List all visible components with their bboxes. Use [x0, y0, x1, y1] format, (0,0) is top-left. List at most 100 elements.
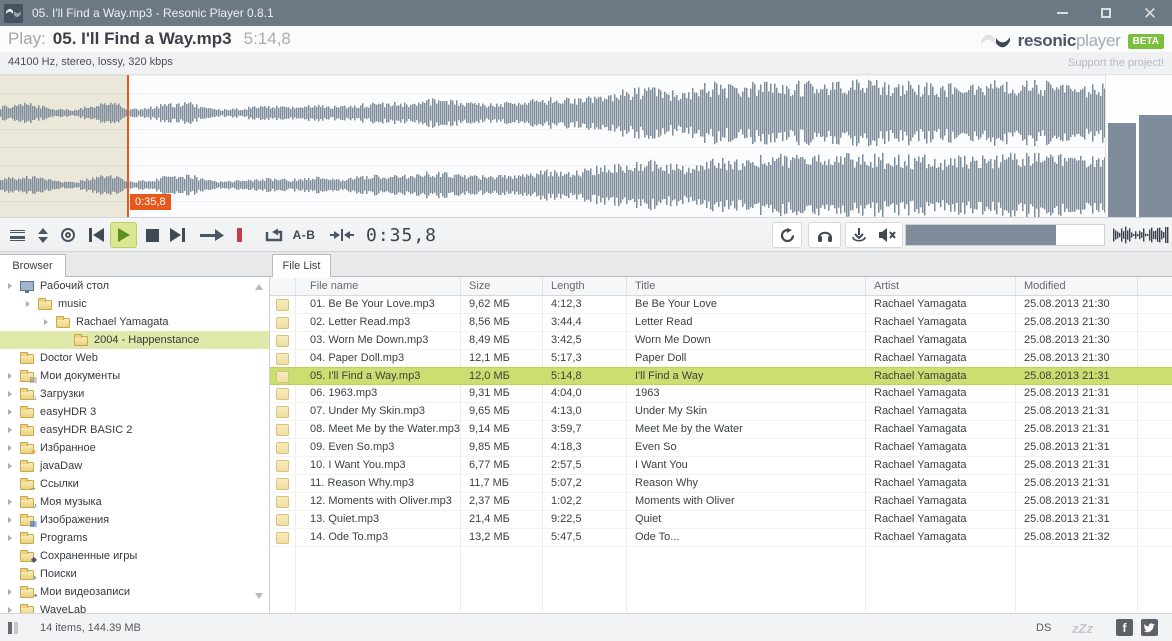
tree-item[interactable]: WaveLab — [0, 601, 269, 613]
tree-item[interactable]: Programs — [0, 529, 269, 547]
headphones-button[interactable] — [808, 222, 841, 248]
playhead-cursor[interactable] — [127, 75, 129, 218]
tree-item[interactable]: Rachael Yamagata — [0, 313, 269, 331]
tree-scroll-up-arrow[interactable] — [255, 284, 263, 290]
folder-icon — [20, 532, 35, 544]
file-row[interactable]: 10. I Want You.mp36,77 МБ2:57,5I Want Yo… — [270, 457, 1172, 475]
tree-item[interactable]: ◆Сохраненные игры — [0, 547, 269, 565]
tree-item[interactable]: ●Поиски — [0, 565, 269, 583]
expander-icon[interactable] — [8, 371, 18, 381]
file-row[interactable]: 12. Moments with Oliver.mp32,37 МБ1:02,2… — [270, 493, 1172, 511]
cell-filler — [1138, 475, 1172, 492]
tree-item[interactable]: ▤Мои документы — [0, 367, 269, 385]
track-target-button[interactable] — [56, 222, 80, 248]
file-row[interactable]: 11. Reason Why.mp311,7 МБ5:07,2Reason Wh… — [270, 475, 1172, 493]
tree-item-label: Rachael Yamagata — [76, 313, 169, 331]
column-header-title[interactable]: Title — [627, 277, 866, 295]
expander-icon[interactable] — [8, 515, 18, 525]
title-bar[interactable]: 05. I'll Find a Way.mp3 - Resonic Player… — [0, 0, 1172, 26]
file-row[interactable]: 05. I'll Find a Way.mp312,0 МБ5:14,8I'll… — [270, 367, 1172, 385]
reload-button[interactable] — [772, 222, 802, 248]
window-title: 05. I'll Find a Way.mp3 - Resonic Player… — [32, 6, 274, 20]
output-options-group[interactable] — [845, 222, 903, 248]
tree-item[interactable]: music — [0, 295, 269, 313]
file-row[interactable]: 02. Letter Read.mp38,56 МБ3:44,4Letter R… — [270, 314, 1172, 332]
column-header-length[interactable]: Length — [543, 277, 627, 295]
tab-browser[interactable]: Browser — [0, 254, 66, 277]
waveform-display[interactable]: 0:35,8 — [0, 75, 1172, 218]
stop-button[interactable] — [140, 222, 164, 248]
column-header-size[interactable]: Size — [461, 277, 543, 295]
cell-length: 1:02,2 — [543, 493, 627, 510]
expander-icon[interactable] — [44, 317, 54, 327]
previous-track-button[interactable] — [84, 222, 108, 248]
tree-item[interactable]: 2004 - Happenstance — [0, 331, 269, 349]
file-list-header: File name Size Length Title Artist Modif… — [270, 277, 1172, 296]
sleep-indicator[interactable]: zZz — [1072, 621, 1093, 636]
expander-icon[interactable] — [8, 407, 18, 417]
tree-item[interactable]: easyHDR BASIC 2 — [0, 421, 269, 439]
maximize-button[interactable] — [1084, 0, 1128, 26]
minimize-button[interactable] — [1040, 0, 1084, 26]
tree-item[interactable]: ♪Моя музыка — [0, 493, 269, 511]
ds-indicator[interactable]: DS — [1036, 622, 1051, 634]
expander-icon[interactable] — [8, 281, 18, 291]
file-row[interactable]: 14. Ode To.mp313,2 МБ5:47,5Ode To...Rach… — [270, 529, 1172, 547]
close-button[interactable]: ✕ — [1128, 0, 1172, 26]
facebook-button[interactable]: f — [1116, 619, 1133, 636]
column-header-filler — [1138, 277, 1172, 295]
expander-icon[interactable] — [8, 443, 18, 453]
column-header-icon[interactable] — [270, 277, 296, 295]
column-header-file-name[interactable]: File name — [296, 277, 461, 295]
ab-repeat-button[interactable]: A-B — [290, 222, 318, 248]
volume-slider[interactable] — [905, 224, 1105, 246]
waveform-view-button[interactable] — [1112, 222, 1170, 248]
expander-icon[interactable] — [8, 497, 18, 507]
cell-filler — [1138, 421, 1172, 438]
cell-title: Meet Me by the Water — [627, 421, 866, 438]
expander-icon[interactable] — [8, 425, 18, 435]
expander-icon[interactable] — [26, 299, 36, 309]
tree-item-label: easyHDR 3 — [40, 403, 96, 421]
file-row[interactable]: 01. Be Be Your Love.mp39,62 МБ4:12,3Be B… — [270, 296, 1172, 314]
tree-scroll-down-arrow[interactable] — [255, 593, 263, 599]
file-row[interactable]: 13. Quiet.mp321,4 МБ9:22,5QuietRachael Y… — [270, 511, 1172, 529]
tab-file-list[interactable]: File List — [272, 254, 331, 277]
sort-order-button[interactable] — [32, 222, 54, 248]
file-row[interactable]: 04. Paper Doll.mp312,1 МБ5:17,3Paper Dol… — [270, 350, 1172, 368]
play-button[interactable] — [110, 222, 137, 248]
folder-doc-icon: ▤ — [20, 370, 35, 382]
expander-icon[interactable] — [8, 587, 18, 597]
expander-icon[interactable] — [8, 389, 18, 399]
file-row[interactable]: 06. 1963.mp39,31 МБ4:04,01963Rachael Yam… — [270, 385, 1172, 403]
expander-icon[interactable] — [8, 533, 18, 543]
tree-item[interactable]: Рабочий стол — [0, 277, 269, 295]
tree-item[interactable]: javaDaw — [0, 457, 269, 475]
expander-icon[interactable] — [8, 605, 18, 613]
cell-filler — [1138, 529, 1172, 546]
support-project-link[interactable]: Support the project! — [1068, 57, 1164, 69]
file-row[interactable]: 03. Worn Me Down.mp38,49 МБ3:42,5Worn Me… — [270, 332, 1172, 350]
column-header-artist[interactable]: Artist — [866, 277, 1016, 295]
column-header-modified[interactable]: Modified — [1016, 277, 1138, 295]
snap-button[interactable] — [328, 222, 356, 248]
playlist-menu-button[interactable] — [6, 222, 28, 248]
close-icon: ✕ — [1143, 5, 1157, 22]
tree-item[interactable]: ▦Изображения — [0, 511, 269, 529]
tree-item[interactable]: Doctor Web — [0, 349, 269, 367]
file-row[interactable]: 09. Even So.mp39,85 МБ4:18,3Even SoRacha… — [270, 439, 1172, 457]
stop-after-track-button[interactable] — [232, 222, 246, 248]
cell-modified: 25.08.2013 21:31 — [1016, 421, 1138, 438]
file-row[interactable]: 07. Under My Skin.mp39,65 МБ4:13,0Under … — [270, 403, 1172, 421]
loop-button[interactable] — [260, 222, 288, 248]
twitter-button[interactable] — [1141, 619, 1158, 636]
expander-icon[interactable] — [8, 461, 18, 471]
tree-item[interactable]: easyHDR 3 — [0, 403, 269, 421]
tree-item[interactable]: ★Избранное — [0, 439, 269, 457]
continue-mode-button[interactable] — [198, 222, 226, 248]
tree-item[interactable]: ▪Мои видеозаписи — [0, 583, 269, 601]
tree-item[interactable]: →Ссылки — [0, 475, 269, 493]
file-row[interactable]: 08. Meet Me by the Water.mp39,14 МБ3:59,… — [270, 421, 1172, 439]
tree-item[interactable]: ↓Загрузки — [0, 385, 269, 403]
next-track-button[interactable] — [166, 222, 190, 248]
